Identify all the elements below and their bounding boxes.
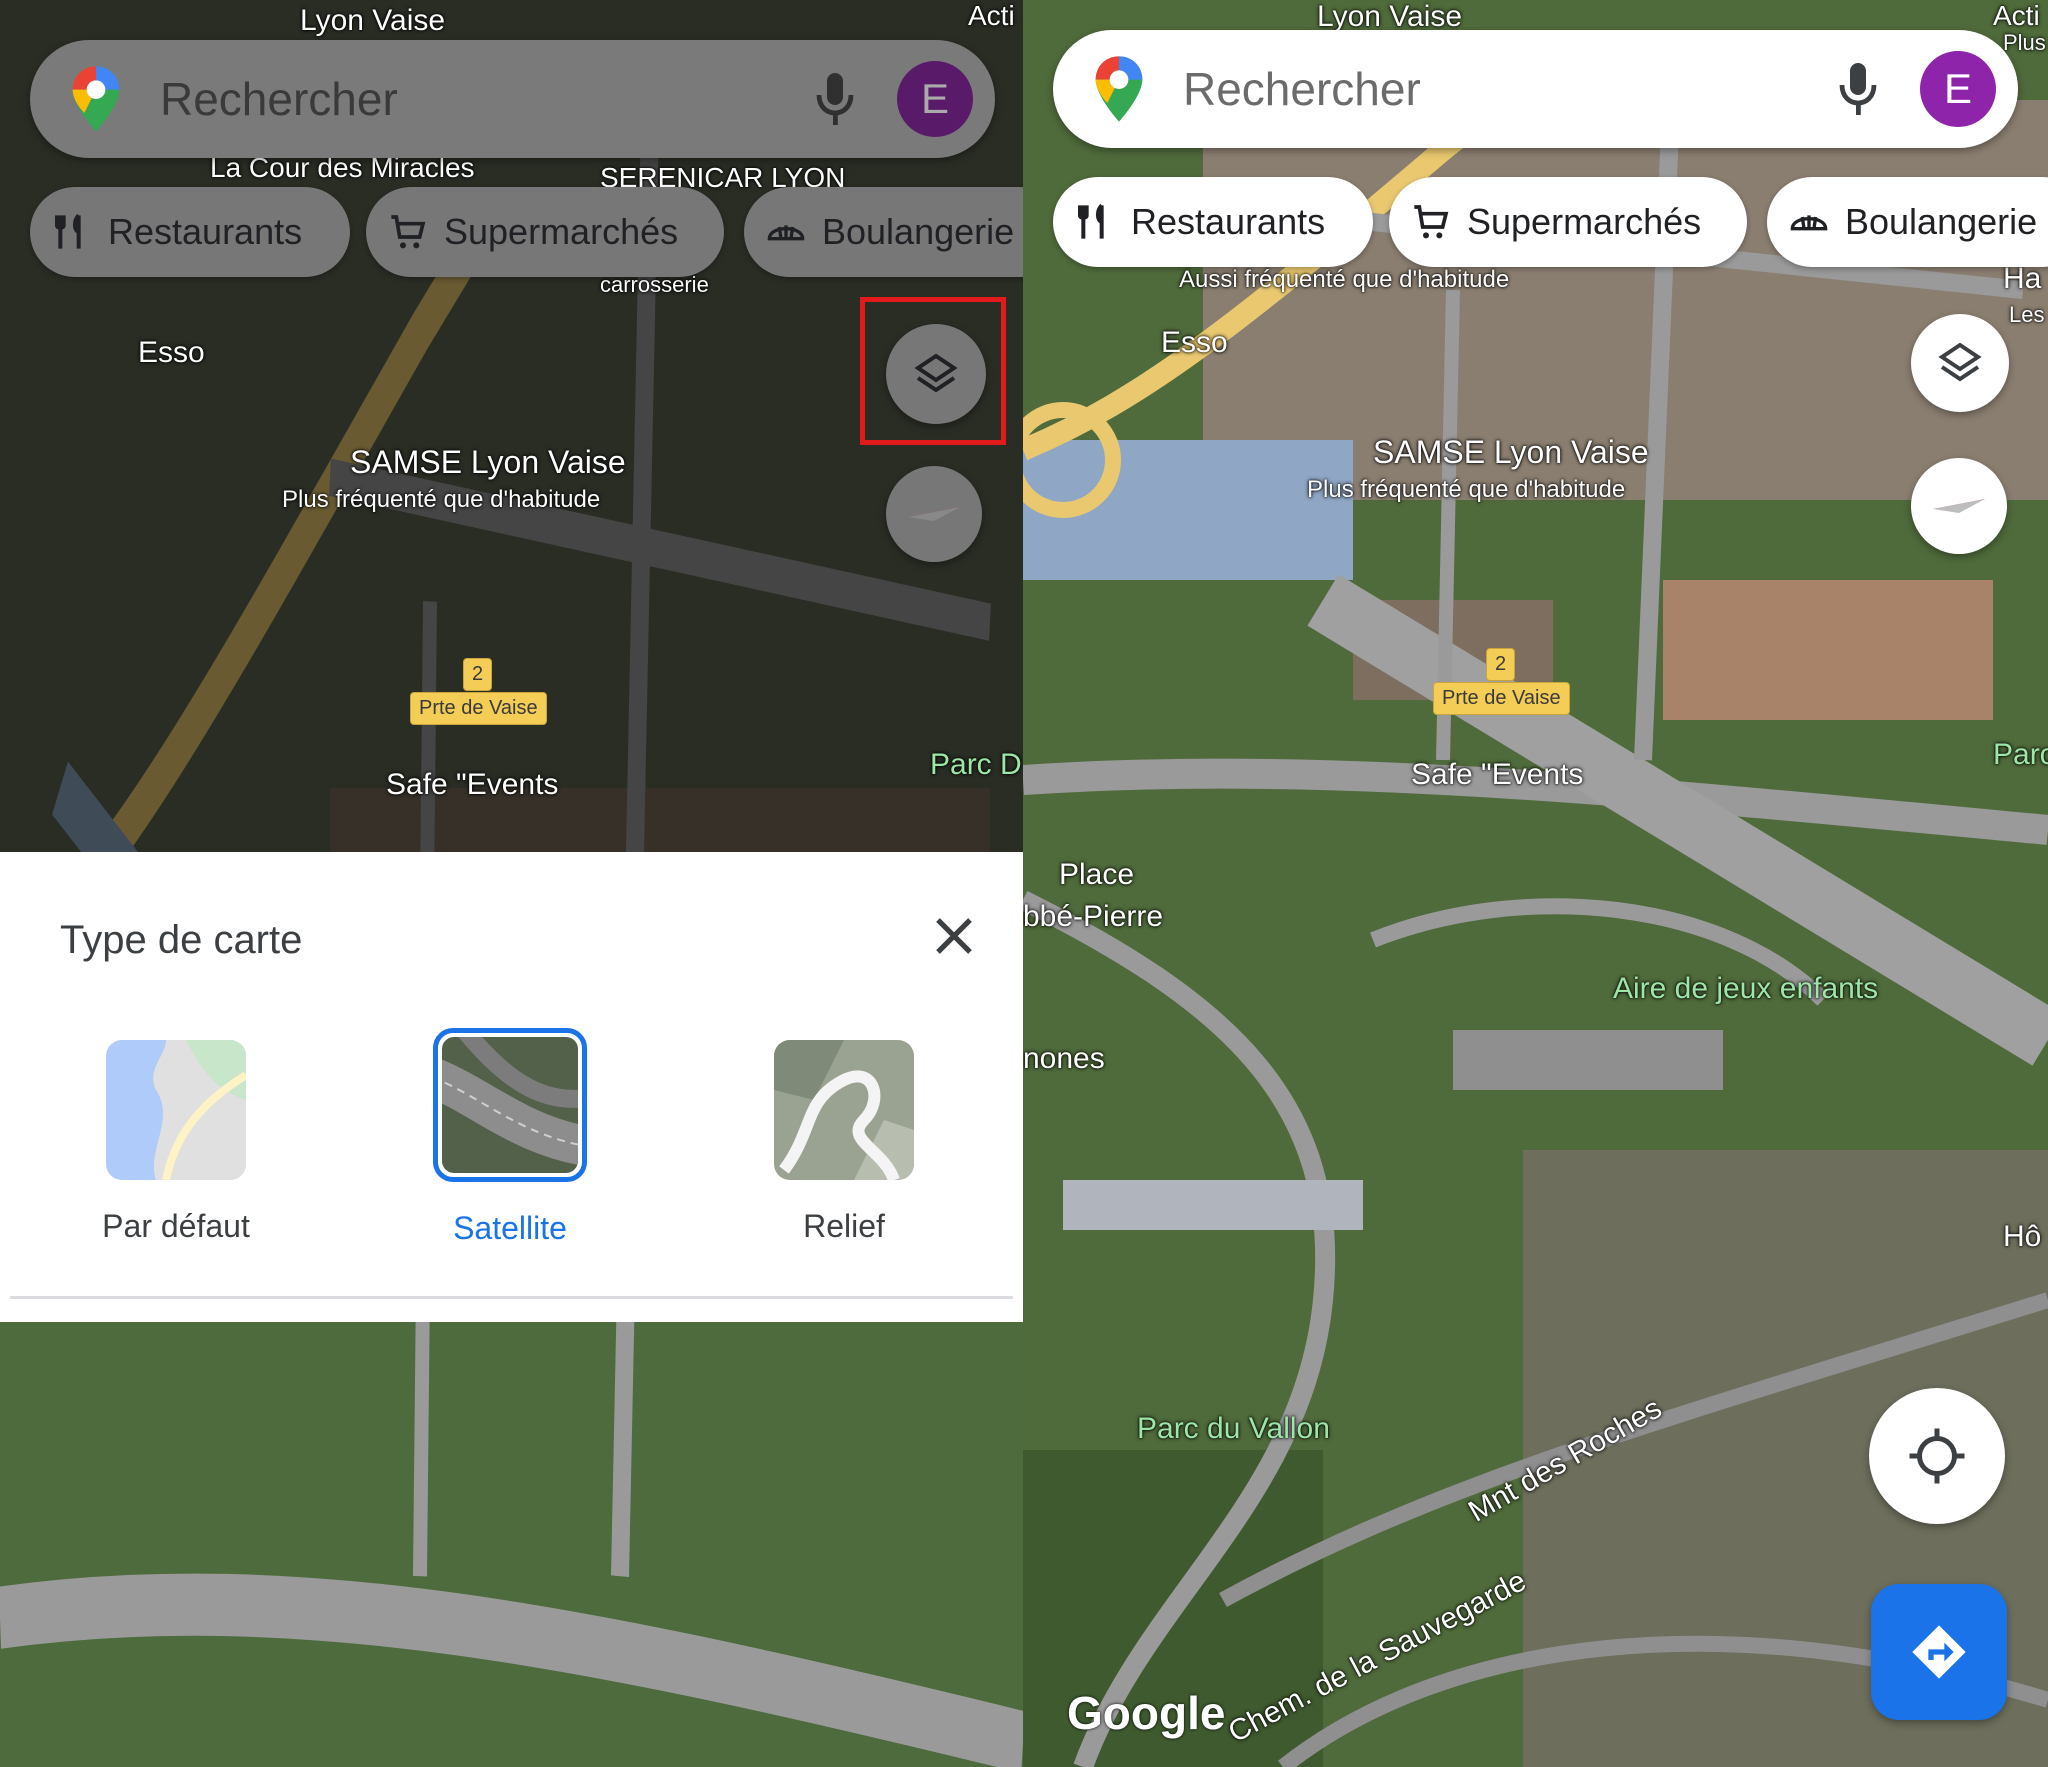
google-logo: Google [1067, 1687, 1226, 1739]
search-placeholder: Rechercher [1183, 63, 1421, 115]
map-label: nones [1023, 1042, 1105, 1075]
map-type-label: Par défaut [102, 1208, 250, 1244]
directions-button[interactable] [1871, 1584, 2007, 1720]
road-number: 2 [463, 658, 493, 691]
default-map-thumbnail [106, 1040, 246, 1180]
compass-icon [1933, 499, 1985, 513]
map-label: Aussi fréquenté que d'habitude [1179, 266, 1510, 293]
relief-map-thumbnail [774, 1040, 914, 1180]
map-label: Plus f [2003, 30, 2048, 55]
search-placeholder: Rechercher [160, 73, 398, 125]
left-screenshot: Lyon Vaise La Cour des Miracles SERENICA… [0, 0, 1023, 1767]
map-label: Parc du Vallon [1137, 1412, 1330, 1445]
map-label: Lyon Vaise [1317, 0, 1463, 33]
map-type-label: Relief [803, 1208, 885, 1244]
road-number: 2 [1486, 648, 1516, 681]
map-type-relief[interactable]: Relief [744, 1040, 944, 1245]
map-label: Acti [968, 0, 1015, 31]
map-label: Parc D [930, 748, 1022, 781]
chip-restaurants[interactable]: Restaurants [1053, 177, 1373, 267]
maps-pin-icon [1095, 56, 1143, 122]
divider [10, 1296, 1013, 1299]
compass-icon [908, 507, 960, 521]
microphone-icon[interactable] [1838, 61, 1878, 117]
map-label: Plus fréquenté que d'habitude [282, 486, 601, 513]
search-bar[interactable]: Rechercher E [30, 40, 995, 158]
map-label: SAMSE Lyon Vaise [1373, 434, 1649, 470]
search-bar[interactable]: Rechercher E [1053, 30, 2018, 148]
cart-icon [1414, 205, 1449, 239]
map-label: Plus fréquenté que d'habitude [1307, 476, 1626, 503]
sheet-title: Type de carte [60, 918, 303, 962]
layers-button[interactable] [1911, 314, 2009, 412]
bread-icon [767, 225, 805, 241]
right-screenshot: Lyon Vaise Acti Plus f Aussi fréquenté q… [1023, 0, 2048, 1767]
map-label: Ha [2003, 262, 2042, 295]
chip-label: Supermarchés [1467, 201, 1702, 242]
chip-label: Boulangerie [822, 211, 1015, 252]
avatar[interactable]: E [1920, 51, 1996, 127]
map-label: Safe "Events [1411, 758, 1584, 791]
highlight-box [860, 297, 1006, 445]
chip-label: Supermarchés [444, 211, 679, 252]
chip-label: Boulangerie [1845, 201, 2038, 242]
layers-icon [1938, 342, 1982, 382]
map-label: Lyon Vaise [300, 4, 446, 37]
chip-label: Restaurants [1131, 201, 1326, 242]
avatar[interactable]: E [897, 61, 973, 137]
chip-restaurants[interactable]: Restaurants [30, 187, 350, 277]
close-icon[interactable] [930, 912, 978, 960]
maps-pin-icon [72, 66, 120, 132]
map-type-label: Satellite [453, 1210, 567, 1246]
my-location-button[interactable] [1869, 1388, 2005, 1524]
map-type-satellite[interactable]: Satellite [410, 1028, 610, 1247]
fork-knife-icon [55, 213, 81, 249]
road-sign: Prte de Vaise [1433, 682, 1570, 715]
map-type-default[interactable]: Par défaut [76, 1040, 276, 1245]
cart-icon [391, 215, 426, 249]
map-type-sheet: Type de carte Par défaut Satellite Relie… [0, 852, 1023, 1322]
compass-button[interactable] [1911, 458, 2007, 554]
chip-boulangerie[interactable]: Boulangerie [744, 187, 1023, 277]
map-label: Hô [2003, 1220, 2042, 1253]
satellite-map-thumbnail [433, 1028, 587, 1182]
map-label: Esso [138, 336, 205, 369]
microphone-icon[interactable] [815, 71, 855, 127]
map-label: SAMSE Lyon Vaise [350, 444, 626, 480]
compass-button[interactable] [886, 466, 982, 562]
map-label: Acti [1993, 0, 2040, 31]
bread-icon [1790, 215, 1828, 231]
map-label: Safe "Events [386, 768, 559, 801]
directions-icon [1912, 1625, 1966, 1679]
chip-boulangerie[interactable]: Boulangerie [1767, 177, 2048, 267]
crosshair-icon [1909, 1428, 1965, 1484]
chip-supermarches[interactable]: Supermarchés [1389, 177, 1747, 267]
road-sign: Prte de Vaise [410, 692, 547, 725]
map-label: Les [2009, 302, 2045, 327]
chip-supermarches[interactable]: Supermarchés [366, 187, 724, 277]
fork-knife-icon [1078, 203, 1104, 239]
map-label: Aire de jeux enfants [1613, 972, 1879, 1005]
map-label: Place [1059, 858, 1135, 891]
chip-label: Restaurants [108, 211, 303, 252]
map-label: Esso [1161, 326, 1228, 359]
map-label: Parc D [1993, 738, 2048, 771]
map-label: bbé-Pierre [1023, 900, 1164, 933]
